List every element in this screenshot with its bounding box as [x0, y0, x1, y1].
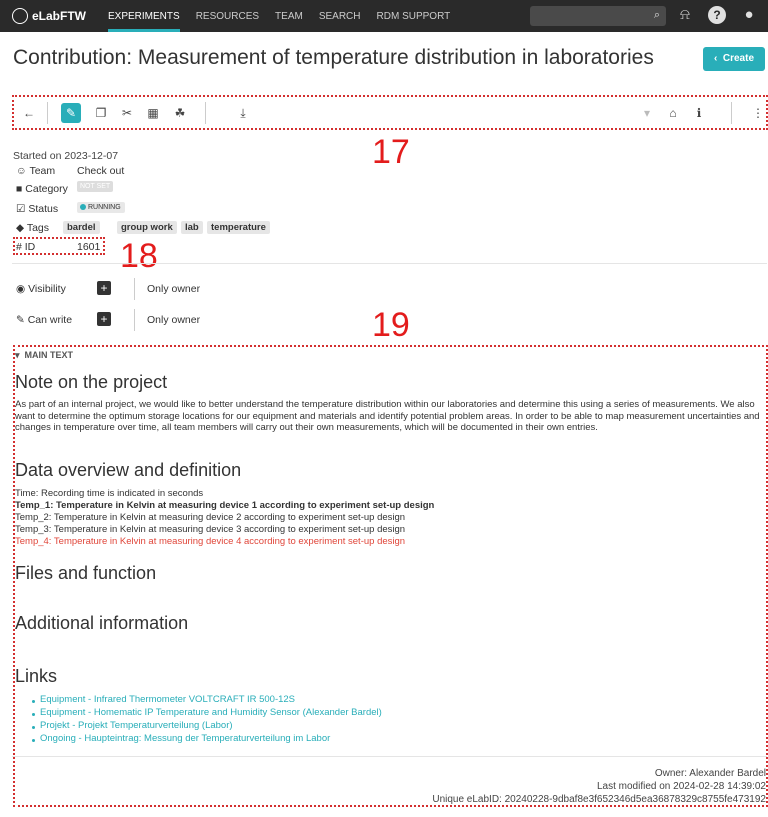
add-visibility-button[interactable]: +	[97, 281, 111, 295]
tag-item[interactable]: lab	[181, 221, 203, 234]
annotation-box-18	[13, 237, 105, 255]
visibility-row: ◉ Visibility	[16, 283, 66, 295]
search-icon[interactable]: ⌕	[654, 9, 660, 22]
search-input[interactable]: ⌕	[530, 6, 666, 26]
logo-text: eLabFTW	[32, 9, 86, 23]
page-title: Contribution: Measurement of temperature…	[13, 46, 654, 69]
user-icon[interactable]: ●	[740, 6, 758, 24]
divider	[134, 309, 135, 331]
annotation-box-17	[12, 95, 768, 130]
started-date: Started on 2023-12-07	[13, 150, 119, 162]
category-badge[interactable]: NOT SET	[77, 181, 114, 192]
annotation-number-19: 19	[372, 306, 410, 344]
divider	[12, 263, 767, 264]
pencil-icon: ✎	[16, 314, 28, 326]
nav-search[interactable]: SEARCH	[319, 0, 361, 32]
team-icon: ☺	[16, 165, 30, 177]
annotation-box-19	[13, 345, 768, 807]
tag-item[interactable]: temperature	[207, 221, 270, 234]
canwrite-label: Can write	[27, 314, 73, 326]
nav-rdm-support[interactable]: RDM SUPPORT	[377, 0, 451, 32]
bell-icon[interactable]: ⍾	[676, 6, 694, 24]
visibility-value: Only owner	[147, 283, 201, 295]
nav-experiments[interactable]: EXPERIMENTS	[108, 0, 180, 32]
status-value: RUNNING	[88, 204, 121, 211]
add-canwrite-button[interactable]: +	[97, 312, 111, 326]
chevron-icon: ‹	[713, 53, 723, 64]
tag-item[interactable]: bardel	[63, 221, 100, 234]
create-label: Create	[722, 53, 755, 64]
create-button[interactable]: ‹ Create	[703, 47, 765, 71]
nav-resources[interactable]: RESOURCES	[196, 0, 259, 32]
team-row: ☺ Team	[16, 165, 55, 177]
folder-icon: ■	[16, 183, 26, 195]
tags-row: ◆ Tags	[16, 222, 49, 234]
tag-item[interactable]: group work	[117, 221, 177, 234]
app-logo[interactable]: eLabFTW	[12, 7, 86, 25]
eye-icon: ◉	[16, 283, 29, 295]
annotation-number-18: 18	[120, 237, 158, 275]
status-badge[interactable]: RUNNING	[77, 202, 125, 213]
nav-team[interactable]: TEAM	[275, 0, 303, 32]
divider	[134, 278, 135, 300]
help-icon[interactable]: ?	[708, 6, 726, 24]
status-label: Status	[28, 203, 59, 215]
team-label: Team	[29, 165, 56, 177]
visibility-label: Visibility	[28, 283, 66, 295]
team-value: Check out	[77, 165, 125, 177]
status-check-icon: ☑	[16, 203, 29, 215]
tags-label: Tags	[26, 222, 49, 234]
main-nav: EXPERIMENTS RESOURCES TEAM SEARCH RDM SU…	[108, 0, 466, 32]
logo-icon	[12, 8, 28, 24]
category-row: ■ Category	[16, 183, 68, 195]
status-row: ☑ Status	[16, 203, 58, 215]
top-navbar: eLabFTW EXPERIMENTS RESOURCES TEAM SEARC…	[0, 0, 768, 32]
canwrite-value: Only owner	[147, 314, 201, 326]
status-dot-icon	[80, 204, 86, 211]
canwrite-row: ✎ Can write	[16, 314, 72, 326]
annotation-number-17: 17	[372, 133, 410, 171]
tags-icon: ◆	[16, 222, 27, 234]
category-label: Category	[25, 183, 68, 195]
